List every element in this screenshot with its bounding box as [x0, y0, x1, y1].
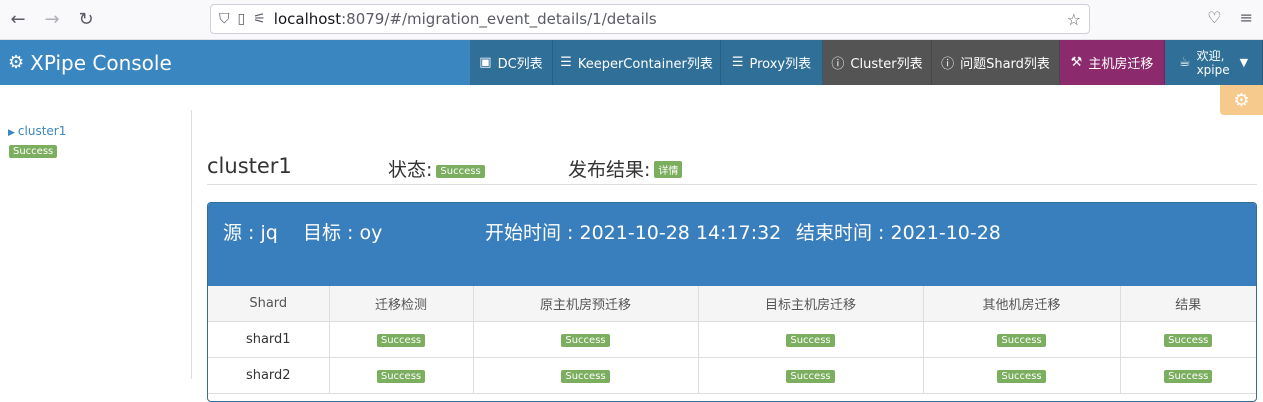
status-badge: Success	[376, 333, 426, 347]
cell: Success	[923, 321, 1121, 358]
col-target-migration: 目标主机房迁移	[698, 286, 924, 322]
status-badge: Success	[436, 165, 485, 178]
panel-header: 源 : jq 目标 : oy 开始时间 : 2021-10-28 14:17:3…	[208, 203, 1256, 286]
pocket-icon[interactable]: ♡	[1207, 8, 1221, 27]
settings-gear-icon[interactable]: ⚙	[1220, 85, 1263, 115]
col-result: 结果	[1120, 286, 1256, 322]
status-badge: Success	[1164, 369, 1213, 383]
user-name: xpipe	[1196, 62, 1230, 77]
shard-name: shard2	[208, 357, 330, 394]
nav-label: DC列表	[497, 57, 543, 72]
start-time: 开始时间 : 2021-10-28 14:17:32	[485, 222, 782, 244]
nav-label: 问题Shard列表	[960, 57, 1050, 72]
brand-title: XPipe Console	[30, 50, 172, 75]
nav-problem-shard-list[interactable]: ⓘ 问题Shard列表	[932, 40, 1060, 85]
cell: Success	[698, 321, 924, 358]
user-greeting: 欢迎,	[1196, 48, 1225, 63]
table-row: shard2 Success Success Success Success S…	[208, 357, 1256, 394]
sidebar: ▶ cluster1 Success	[0, 110, 192, 379]
status-badge: Success	[997, 333, 1046, 347]
gears-icon: ⚙	[8, 52, 25, 73]
coffee-icon: ☕	[1178, 55, 1191, 70]
page-title: cluster1	[207, 154, 292, 178]
browser-toolbar: ← → ↻ ⛉ ▯ ⚟ localhost:8079/#/migration_e…	[0, 0, 1263, 40]
col-shard: Shard	[208, 286, 330, 322]
status-badge: Success	[786, 369, 835, 383]
target-dc: 目标 : oy	[303, 222, 383, 244]
top-navbar: ⚙ XPipe Console ▣ DC列表 ☰ KeeperContainer…	[0, 40, 1263, 85]
reload-icon[interactable]: ↻	[72, 6, 100, 34]
table-row: shard1 Success Success Success Success S…	[208, 321, 1256, 358]
cell: Success	[1120, 357, 1256, 394]
result-section: 发布结果: 详情	[568, 155, 683, 182]
cell: Success	[473, 321, 699, 358]
page-icon: ▯	[237, 11, 246, 27]
list-icon: ☰	[731, 55, 744, 70]
nav-label: Cluster列表	[850, 57, 923, 72]
nav-keepercontainer-list[interactable]: ☰ KeeperContainer列表	[553, 40, 721, 85]
caret-down-icon: ▼	[1239, 56, 1249, 69]
shard-name: shard1	[208, 321, 330, 358]
status-badge: Success	[997, 369, 1046, 383]
result-label: 发布结果:	[568, 159, 651, 181]
status-badge: Success	[1164, 333, 1213, 347]
cell: Success	[329, 357, 474, 394]
info-icon: ⓘ	[831, 57, 845, 72]
shield-icon[interactable]: ⛉	[219, 11, 230, 27]
url-path: :8079/#/migration_event_details/1/detail…	[341, 10, 657, 28]
tree-item-label[interactable]: cluster1	[18, 124, 66, 138]
nav-label: 主机房迁移	[1088, 57, 1154, 72]
nav-dc-list[interactable]: ▣ DC列表	[470, 40, 553, 85]
permissions-icon[interactable]: ⚟	[253, 11, 266, 27]
info-icon: ⓘ	[941, 57, 955, 72]
details-badge[interactable]: 详情	[654, 161, 683, 178]
cell: Success	[329, 321, 474, 358]
table-header-row: Shard 迁移检测 原主机房预迁移 目标主机房迁移 其他机房迁移 结果	[208, 286, 1256, 322]
status-badge: Success	[561, 369, 610, 383]
tree-item-cluster[interactable]: ▶ cluster1	[8, 124, 66, 138]
window-icon: ▣	[479, 55, 492, 70]
col-pre-migration: 原主机房预迁移	[473, 286, 699, 322]
address-bar[interactable]: ⛉ ▯ ⚟ localhost:8079/#/migration_event_d…	[210, 4, 1090, 34]
end-time: 结束时间 : 2021-10-28	[796, 222, 1001, 244]
nav-cluster-list[interactable]: ⓘ Cluster列表	[823, 40, 932, 85]
nav-dc-migration[interactable]: ⚒ 主机房迁移	[1060, 40, 1165, 85]
caret-right-icon[interactable]: ▶	[8, 128, 15, 138]
cell: Success	[923, 357, 1121, 394]
cell: Success	[698, 357, 924, 394]
user-menu[interactable]: ☕ 欢迎, xpipe ▼	[1165, 40, 1263, 85]
cell: Success	[473, 357, 699, 394]
status-badge: Success	[786, 333, 835, 347]
menu-icon[interactable]: ≡	[1240, 8, 1253, 27]
shard-table: Shard 迁移检测 原主机房预迁移 目标主机房迁移 其他机房迁移 结果 sha…	[208, 286, 1256, 394]
url-host: localhost	[273, 10, 342, 28]
page-heading: cluster1 状态: Success 发布结果: 详情	[207, 153, 1257, 185]
col-check: 迁移检测	[329, 286, 474, 322]
brand[interactable]: ⚙ XPipe Console	[0, 40, 470, 85]
status-badge: Success	[376, 369, 426, 383]
gavel-icon: ⚒	[1070, 55, 1083, 70]
nav-label: Proxy列表	[749, 57, 812, 72]
nav-label: KeeperContainer列表	[577, 57, 713, 72]
col-other-migration: 其他机房迁移	[923, 286, 1121, 322]
source-dc: 源 : jq	[223, 222, 278, 244]
bookmark-star-icon[interactable]: ☆	[1067, 10, 1081, 29]
cell: Success	[1120, 321, 1256, 358]
migration-panel: 源 : jq 目标 : oy 开始时间 : 2021-10-28 14:17:3…	[207, 202, 1257, 402]
forward-icon[interactable]: →	[38, 6, 66, 34]
status-label: 状态:	[388, 159, 433, 181]
status-badge: Success	[9, 145, 58, 158]
status-section: 状态: Success	[388, 155, 485, 182]
nav-proxy-list[interactable]: ☰ Proxy列表	[721, 40, 823, 85]
status-badge: Success	[561, 333, 610, 347]
list-icon: ☰	[560, 55, 572, 70]
back-icon[interactable]: ←	[4, 6, 32, 34]
